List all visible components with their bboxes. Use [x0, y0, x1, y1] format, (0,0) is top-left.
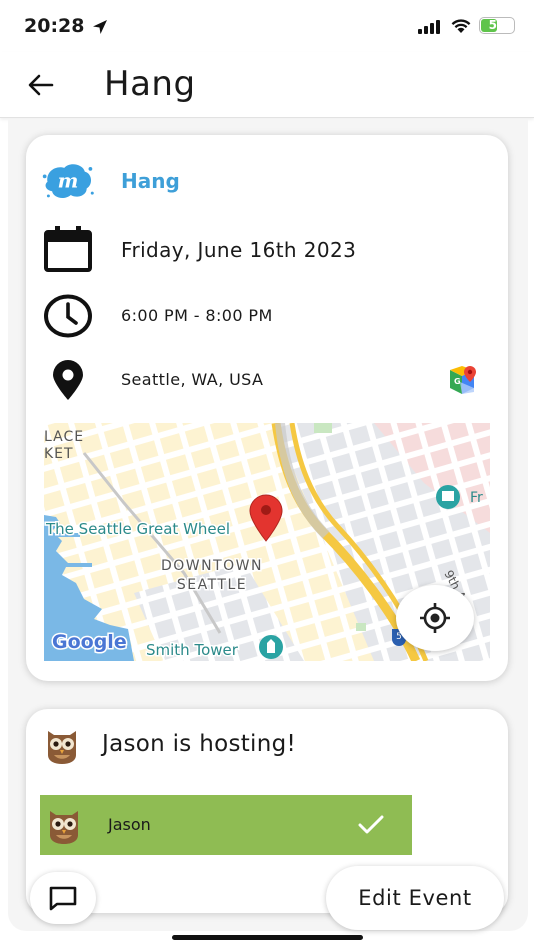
- event-card: m Hang Friday, June 16th 2023 6:00 PM - …: [26, 135, 508, 681]
- date-row: Friday, June 16th 2023: [26, 223, 508, 275]
- page-title: Hang: [104, 64, 196, 104]
- google-logo: Google: [52, 631, 127, 653]
- chat-button[interactable]: [30, 872, 96, 924]
- host-title: Jason is hosting!: [102, 731, 297, 757]
- owl-avatar-icon: [44, 805, 84, 849]
- status-time: 20:28: [24, 15, 85, 37]
- location-pin-icon: [40, 356, 96, 404]
- location-row: Seattle, WA, USA: [26, 355, 508, 405]
- arrow-left-icon[interactable]: [26, 72, 56, 98]
- map-label-fry: Fr: [470, 490, 483, 506]
- event-map[interactable]: 5 LACE KET The Seattle Great Wheel DOWNT…: [44, 423, 490, 661]
- event-date: Friday, June 16th 2023: [121, 238, 357, 262]
- battery-icon: 52: [479, 17, 515, 34]
- wifi-icon: [450, 17, 472, 38]
- checkmark-icon: [358, 814, 384, 840]
- svg-text:m: m: [58, 170, 79, 193]
- owl-avatar-icon: [42, 725, 82, 769]
- map-label-wheel: The Seattle Great Wheel: [45, 520, 230, 538]
- location-arrow-icon: [91, 18, 109, 40]
- app-header: Hang: [0, 52, 534, 118]
- chat-bubble-icon: [49, 886, 77, 911]
- map-label-downtown-1: DOWNTOWN: [161, 558, 263, 574]
- content-area: m Hang Friday, June 16th 2023 6:00 PM - …: [8, 119, 528, 931]
- meetup-logo[interactable]: m: [40, 157, 96, 205]
- attendee-name: Jason: [108, 815, 151, 834]
- recenter-location-button[interactable]: [396, 585, 474, 651]
- group-name[interactable]: Hang: [121, 169, 180, 193]
- map-label-top-left-1: LACE: [44, 429, 84, 445]
- google-maps-icon[interactable]: G: [446, 364, 478, 396]
- svg-text:G: G: [454, 377, 461, 386]
- signal-bars-icon: [418, 19, 442, 38]
- group-row: m Hang: [26, 155, 508, 207]
- map-label-downtown-2: SEATTLE: [177, 577, 247, 593]
- host-header: Jason is hosting!: [26, 723, 508, 767]
- event-location: Seattle, WA, USA: [121, 370, 264, 389]
- edit-event-button[interactable]: Edit Event: [326, 866, 504, 930]
- map-label-smith-tower: Smith Tower: [146, 641, 239, 659]
- crosshair-icon: [420, 603, 450, 633]
- attendee-row[interactable]: Jason: [40, 795, 412, 855]
- calendar-icon: [40, 225, 96, 273]
- home-indicator: [172, 935, 363, 940]
- time-row: 6:00 PM - 8:00 PM: [26, 291, 508, 341]
- event-time: 6:00 PM - 8:00 PM: [121, 306, 273, 325]
- map-label-top-left-2: KET: [44, 446, 74, 462]
- battery-level: 52: [488, 18, 506, 32]
- status-bar: 20:28 52: [0, 0, 534, 52]
- clock-icon: [40, 292, 96, 340]
